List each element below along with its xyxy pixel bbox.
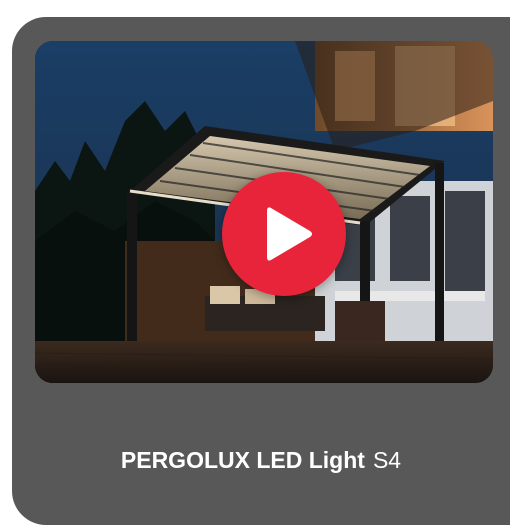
product-model: S4: [372, 447, 402, 473]
play-icon: [267, 207, 312, 261]
video-thumbnail[interactable]: [35, 41, 493, 383]
product-title[interactable]: PERGOLUX LED Light S4: [12, 447, 510, 474]
product-video-card[interactable]: PERGOLUX LED Light S4: [12, 17, 510, 525]
play-button[interactable]: [222, 172, 346, 296]
product-name: PERGOLUX LED Light: [120, 447, 365, 473]
